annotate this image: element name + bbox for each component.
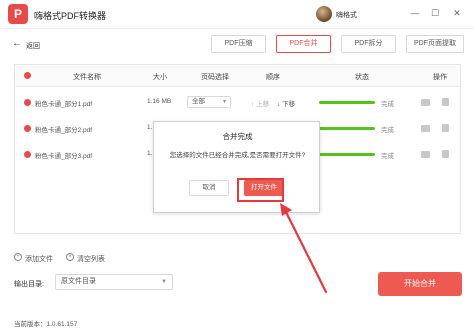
progress-fill bbox=[319, 127, 375, 130]
add-icon[interactable]: + bbox=[14, 253, 22, 261]
file-name: 粉色卡通_部分1.pdf bbox=[35, 101, 93, 108]
trash-icon[interactable] bbox=[442, 150, 449, 158]
clear-list-button[interactable]: 清空列表 bbox=[77, 254, 105, 264]
table-header: 文件名称 大小 页码选择 顺序 状态 操作 bbox=[15, 65, 460, 87]
username[interactable]: 嗨格式 bbox=[336, 10, 357, 20]
file-size: 1.16 MB bbox=[147, 98, 172, 105]
header-size: 大小 bbox=[153, 74, 167, 81]
tab-pdf-compress[interactable]: PDF压缩 bbox=[211, 35, 266, 53]
dialog-title: 合并完成 bbox=[222, 132, 253, 141]
clear-icon[interactable]: × bbox=[66, 253, 74, 261]
status-text: 完成 bbox=[381, 127, 394, 134]
app-title: 嗨格式PDF转换器 bbox=[34, 11, 107, 21]
folder-icon[interactable] bbox=[421, 125, 430, 132]
chevron-down-icon: ▼ bbox=[222, 99, 227, 105]
back-link[interactable]: 返回 bbox=[26, 41, 40, 51]
row-checkbox[interactable] bbox=[24, 125, 31, 132]
status-text: 完成 bbox=[381, 153, 394, 160]
cancel-button[interactable]: 取消 bbox=[189, 180, 229, 196]
header-page: 页码选择 bbox=[201, 74, 229, 81]
row-checkbox[interactable] bbox=[24, 99, 31, 106]
back-arrow-icon[interactable]: ← bbox=[12, 38, 22, 49]
header-status: 状态 bbox=[355, 74, 369, 81]
output-dir-value: 原文件目录 bbox=[61, 278, 96, 285]
progress-fill bbox=[319, 153, 375, 156]
header-action: 操作 bbox=[433, 74, 447, 81]
chevron-down-icon: ▼ bbox=[161, 279, 167, 285]
move-up-button[interactable]: ↑ 上移 bbox=[251, 98, 269, 108]
annotation-highlight-box bbox=[237, 178, 284, 202]
dialog-message: 您选择的文件已经合并完成,是否需要打开文件? bbox=[169, 152, 306, 159]
header-order: 顺序 bbox=[266, 74, 280, 81]
folder-icon[interactable] bbox=[421, 99, 430, 106]
progress-bar bbox=[319, 153, 375, 156]
move-down-button[interactable]: ↓ 下移 bbox=[277, 98, 295, 108]
trash-icon[interactable] bbox=[442, 124, 449, 132]
progress-fill bbox=[319, 101, 375, 104]
add-file-button[interactable]: 添加文件 bbox=[25, 254, 53, 264]
file-name: 粉色卡通_部分3.pdf bbox=[35, 153, 93, 160]
app-logo-icon: P bbox=[8, 4, 28, 24]
start-merge-button[interactable]: 开始合并 bbox=[378, 272, 462, 296]
file-name: 粉色卡通_部分2.pdf bbox=[35, 127, 93, 134]
output-dir-select[interactable]: 原文件目录 ▼ bbox=[55, 274, 173, 290]
tab-pdf-merge[interactable]: PDF合并 bbox=[276, 35, 331, 53]
folder-icon[interactable] bbox=[421, 151, 430, 158]
output-dir-label: 输出目录: bbox=[14, 281, 44, 288]
page-select-value: 全部 bbox=[192, 98, 205, 105]
page-select[interactable]: 全部 ▼ bbox=[187, 96, 231, 108]
progress-bar bbox=[319, 101, 375, 104]
avatar[interactable] bbox=[316, 6, 332, 22]
close-icon[interactable]: ✕ bbox=[450, 6, 464, 20]
maximize-icon[interactable]: ☐ bbox=[428, 6, 442, 20]
trash-icon[interactable] bbox=[442, 98, 449, 106]
move-up-label: 上移 bbox=[256, 101, 270, 108]
tab-pdf-split[interactable]: PDF拆分 bbox=[341, 35, 396, 53]
header-name: 文件名称 bbox=[73, 74, 101, 81]
status-text: 完成 bbox=[381, 101, 394, 108]
progress-bar bbox=[319, 127, 375, 130]
select-all-checkbox[interactable] bbox=[24, 72, 31, 79]
row-checkbox[interactable] bbox=[24, 151, 31, 158]
move-down-label: 下移 bbox=[282, 101, 296, 108]
title-bar: P 嗨格式PDF转换器 嗨格式 — ☐ ✕ bbox=[0, 0, 474, 29]
tab-pdf-page-extract[interactable]: PDF页面提取 bbox=[406, 35, 464, 53]
minimize-icon[interactable]: — bbox=[408, 6, 422, 20]
table-row[interactable]: 粉色卡通_部分1.pdf 1.16 MB 全部 ▼ ↑ 上移 ↓ 下移 完成 bbox=[15, 90, 460, 116]
version-text: 当前版本：1.0.61.157 bbox=[14, 321, 78, 328]
